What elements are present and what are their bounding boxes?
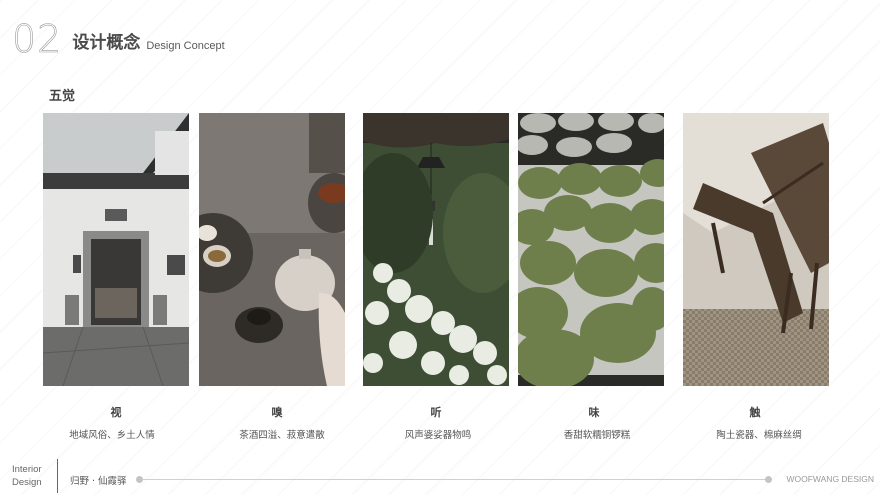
footer-rule-start-dot: [136, 476, 143, 483]
sense-desc-sight: 地域风俗、乡土人情: [69, 430, 155, 441]
project-name: 归野 · 仙霞驿: [70, 476, 127, 487]
photo-touch: [683, 113, 829, 386]
footer-rule-end-dot: [765, 476, 772, 483]
page-subtitle: Design Concept: [146, 40, 225, 52]
page-header: 02 设计概念 Design Concept: [12, 17, 225, 61]
courtyard-entrance-image: [43, 113, 189, 386]
footer-label: Interior Design: [12, 463, 42, 489]
sense-title-sight: 视: [110, 406, 122, 419]
sense-title-hearing: 听: [430, 406, 442, 419]
sense-title-smell: 嗅: [271, 406, 283, 419]
sense-desc-taste: 香甜软糯铜锣糕: [563, 430, 631, 441]
section-title: 五觉: [49, 89, 76, 104]
sense-desc-touch: 陶土瓷器、棉麻丝绸: [716, 430, 802, 441]
photo-taste: [518, 113, 664, 386]
brand-name: WOOFWANG DESIGN: [786, 474, 874, 484]
photo-smell: [199, 113, 345, 386]
rice-cakes-image: [518, 113, 664, 386]
footer-label-line1: Interior: [12, 464, 42, 475]
footer-label-line2: Design: [12, 477, 42, 488]
chapter-number: 02: [12, 17, 63, 61]
page-title: 设计概念: [72, 33, 141, 53]
footer-rule: [139, 479, 769, 480]
tea-pouring-image: [199, 113, 345, 386]
sense-title-touch: 触: [749, 406, 761, 419]
sense-title-taste: 味: [588, 406, 600, 419]
sense-desc-smell: 茶酒四溢、菽意遣散: [239, 430, 325, 441]
wooden-chair-image: [683, 113, 829, 386]
sense-desc-hearing: 风声婆娑器物鸣: [404, 430, 472, 441]
footer-divider: [57, 459, 58, 493]
wind-chime-image: [363, 113, 509, 386]
photo-hearing: [363, 113, 509, 386]
photo-sight: [43, 113, 189, 386]
